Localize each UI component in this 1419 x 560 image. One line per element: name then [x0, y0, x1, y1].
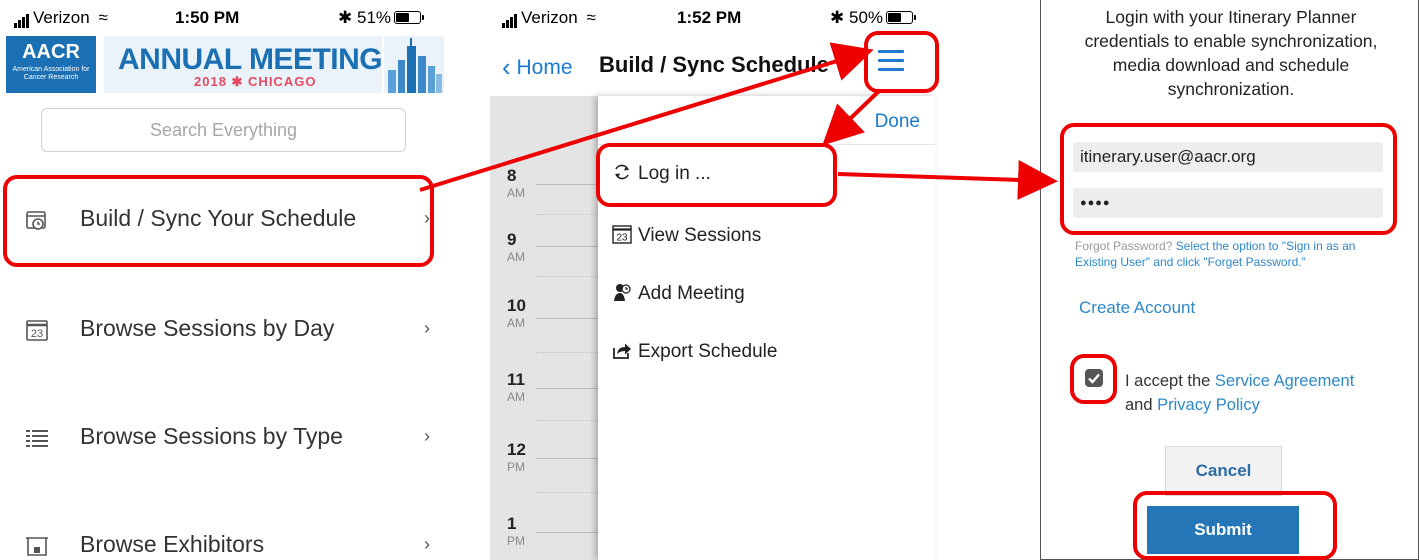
back-button[interactable]: ‹ Home: [502, 52, 573, 83]
status-time: 1:52 PM: [677, 8, 742, 27]
service-agreement-link[interactable]: Service Agreement: [1215, 372, 1354, 390]
menu-item-sessions-by-type[interactable]: Browse Sessions by Type ›: [0, 408, 452, 468]
carrier-label: Verizon: [33, 8, 90, 27]
battery-icon: [886, 11, 917, 24]
accept-terms-text: I accept the Service Agreement and Priva…: [1125, 369, 1385, 417]
signal-icon: [502, 8, 518, 28]
drawer-item-login[interactable]: Log in ...: [612, 162, 711, 185]
wifi-icon: ≈: [98, 8, 108, 27]
home-screen: Verizon ≈ 1:50 PM ✱ 51% AACR American As…: [0, 0, 452, 560]
meeting-banner: ANNUAL MEETING 2018 ✱ CHICAGO: [104, 36, 383, 93]
menu-item-exhibitors[interactable]: Browse Exhibitors ›: [0, 516, 452, 560]
and-label: and: [1125, 396, 1153, 414]
meeting-icon: [614, 284, 631, 301]
menu-item-build-sync[interactable]: Build / Sync Your Schedule ›: [0, 190, 452, 250]
drawer-item-export[interactable]: Export Schedule: [612, 340, 777, 363]
battery-percent: 50%: [848, 8, 884, 27]
signal-icon: [14, 8, 30, 28]
menu-item-label: Browse Exhibitors: [80, 531, 265, 557]
login-instructions: Login with your Itinerary Planner creden…: [1084, 7, 1378, 99]
banner-title: ANNUAL MEETING: [118, 43, 383, 76]
svg-text:23: 23: [31, 328, 43, 340]
aacr-logo-subtext: American Association for Cancer Research: [12, 66, 90, 81]
battery-icon: [394, 11, 425, 24]
create-account-link[interactable]: Create Account: [1079, 298, 1195, 318]
hour-label: 11 AM: [507, 370, 525, 404]
chevron-right-icon: ›: [424, 208, 430, 228]
svg-text:23: 23: [616, 233, 628, 244]
drawer-item-add-meeting[interactable]: Add Meeting: [612, 282, 745, 305]
chevron-right-icon: ›: [424, 426, 430, 446]
chevron-left-icon: ‹: [502, 52, 511, 82]
status-bar: Verizon ≈ 1:50 PM ✱ 51%: [0, 0, 452, 32]
calendar-clock-icon: [26, 211, 46, 230]
aacr-logo-text: AACR: [22, 41, 80, 63]
status-time: 1:50 PM: [175, 8, 240, 27]
carrier: Verizon ≈: [502, 8, 596, 28]
done-button[interactable]: Done: [875, 111, 920, 133]
menu-item-label: Browse Sessions by Day: [80, 315, 335, 341]
checkmark-icon: [1088, 373, 1100, 384]
wifi-icon: ≈: [586, 8, 596, 27]
drawer-item-view-sessions[interactable]: 23 View Sessions: [612, 224, 761, 247]
page-title: Build / Sync Schedule: [599, 52, 829, 77]
carrier: Verizon ≈: [14, 8, 108, 28]
hour-label: 8 AM: [507, 166, 525, 200]
hour-label: 12 PM: [507, 440, 526, 474]
chevron-right-icon: ›: [424, 318, 430, 338]
forgot-password-text: Forgot Password? Select the option to "S…: [1075, 238, 1395, 270]
battery: ✱ 51%: [338, 8, 425, 28]
privacy-policy-link[interactable]: Privacy Policy: [1157, 396, 1260, 414]
schedule-screen: Verizon ≈ 1:52 PM ✱ 50% ‹ Home Build / S…: [490, 0, 935, 560]
back-label: Home: [516, 56, 573, 79]
battery-percent: 51%: [356, 8, 392, 27]
calendar-23-icon: 23: [26, 320, 48, 341]
bluetooth-icon: ✱: [338, 8, 353, 27]
email-field[interactable]: [1073, 142, 1383, 172]
submit-button[interactable]: Submit: [1147, 506, 1299, 554]
drawer-item-label: Export Schedule: [638, 341, 778, 362]
cancel-button[interactable]: Cancel: [1165, 446, 1282, 496]
list-icon: [26, 430, 48, 447]
carrier-label: Verizon: [521, 8, 578, 27]
drawer-item-label: Add Meeting: [638, 283, 745, 304]
drawer-item-label: Log in ...: [638, 163, 711, 184]
hour-label: 1 PM: [507, 514, 525, 548]
chevron-right-icon: ›: [424, 534, 430, 554]
menu-item-label: Browse Sessions by Type: [80, 423, 343, 449]
menu-item-label: Build / Sync Your Schedule: [80, 205, 357, 231]
refresh-icon: [615, 164, 629, 180]
chicago-skyline-icon: [384, 36, 444, 93]
nav-bar: ‹ Home Build / Sync Schedule: [490, 40, 935, 88]
aacr-logo: AACR American Association for Cancer Res…: [6, 36, 96, 93]
accept-label: I accept the: [1125, 372, 1211, 390]
divider: [598, 144, 935, 145]
accept-terms-checkbox[interactable]: [1085, 369, 1103, 387]
hamburger-menu-icon[interactable]: [878, 50, 904, 72]
calendar-23-icon: 23: [612, 225, 632, 244]
booth-icon: [26, 537, 48, 556]
status-bar: Verizon ≈ 1:52 PM ✱ 50%: [490, 0, 935, 32]
search-input[interactable]: Search Everything: [41, 108, 406, 152]
hour-label: 10 AM: [507, 296, 526, 330]
battery: ✱ 50%: [830, 8, 917, 28]
password-field[interactable]: [1073, 188, 1383, 218]
side-drawer: Done Log in ... 23 View Sessions Add Mee…: [598, 96, 935, 560]
schedule-timeline: 8 AM 9 AM 10 AM 11 AM 12 PM 1 PM: [490, 96, 600, 560]
menu-item-sessions-by-day[interactable]: 23 Browse Sessions by Day ›: [0, 300, 452, 360]
forgot-password-label: Forgot Password?: [1075, 239, 1173, 253]
hour-label: 9 AM: [507, 230, 525, 264]
bluetooth-icon: ✱: [830, 8, 845, 27]
banner-subtitle: 2018 ✱ CHICAGO: [194, 74, 317, 89]
login-dialog: Login with your Itinerary Planner creden…: [1040, 0, 1419, 560]
drawer-item-label: View Sessions: [638, 225, 762, 246]
share-icon: [613, 343, 631, 359]
